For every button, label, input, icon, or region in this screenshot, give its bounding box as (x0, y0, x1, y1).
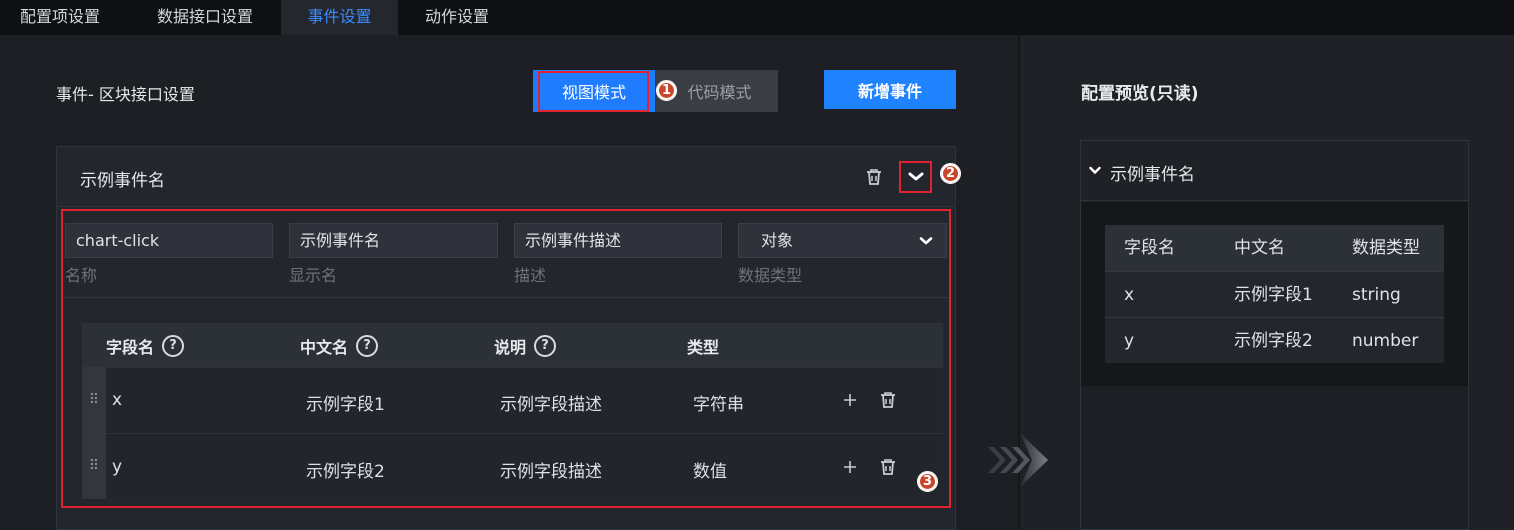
event-description-label: 描述 (514, 266, 547, 285)
annotation-badge-1: 1 (656, 80, 677, 101)
col-header-type: 类型 (687, 333, 719, 358)
tab-action-settings[interactable]: 动作设置 (404, 0, 510, 35)
annotation-badge-3: 3 (917, 471, 938, 492)
trash-icon (867, 169, 881, 185)
col-header-description-label: 说明 (494, 337, 527, 357)
section-title: 事件- 区块接口设置 (56, 85, 195, 104)
preview-table: 字段名 中文名 数据类型 x 示例字段1 string y 示例字段2 numb… (1105, 225, 1444, 363)
view-mode-button[interactable]: 视图模式 (533, 70, 655, 112)
delete-field-button[interactable] (877, 456, 899, 478)
preview-cell: number (1352, 331, 1419, 351)
tab-config-items[interactable]: 配置项设置 (0, 0, 120, 35)
double-chevron-right-icon (988, 433, 1048, 487)
field-name-cell[interactable]: x (112, 390, 122, 410)
help-icon[interactable]: ? (534, 334, 557, 357)
preview-cell: 示例字段2 (1234, 331, 1313, 351)
preview-col-data-type: 数据类型 (1352, 238, 1420, 258)
event-display-name-label: 显示名 (289, 266, 338, 285)
event-description-input[interactable]: 示例事件描述 (514, 223, 722, 258)
preview-cell: 示例字段1 (1234, 285, 1313, 305)
col-header-type-label: 类型 (687, 337, 720, 357)
field-type-cell[interactable]: 字符串 (693, 390, 744, 415)
chevron-down-icon (919, 237, 933, 245)
field-description-cell[interactable]: 示例字段描述 (500, 390, 602, 415)
add-field-button[interactable] (840, 457, 860, 477)
preview-col-field-name: 字段名 (1124, 238, 1175, 258)
field-description-cell[interactable]: 示例字段描述 (500, 457, 602, 482)
preview-cell: string (1352, 285, 1401, 305)
event-name-input[interactable]: chart-click (65, 223, 273, 258)
preview-cell: x (1124, 285, 1135, 305)
annotation-badge-2: 2 (940, 163, 961, 184)
event-data-type-label: 数据类型 (738, 266, 803, 285)
event-card-header-divider (57, 206, 955, 207)
event-data-type-select[interactable]: 对象 (738, 223, 947, 258)
table-row: x 示例字段1 string (1105, 271, 1444, 317)
col-header-cn-name-label: 中文名 (300, 337, 349, 357)
drag-handle-icon[interactable]: ⠿ (82, 433, 106, 499)
code-mode-label: 代码模式 (687, 83, 752, 102)
help-icon[interactable]: ? (162, 334, 185, 357)
col-header-cn-name: 中文名 ? (300, 333, 379, 358)
trash-icon (881, 392, 895, 408)
annotation-outline-2 (899, 161, 932, 193)
preview-table-header: 字段名 中文名 数据类型 (1105, 225, 1444, 271)
top-tab-bar: 配置项设置 数据接口设置 事件设置 动作设置 (0, 0, 1514, 35)
chevron-down-icon (1089, 166, 1101, 174)
trash-icon (881, 459, 895, 475)
drag-handle-icon[interactable]: ⠿ (82, 367, 106, 433)
event-display-name-input[interactable]: 示例事件名 (289, 223, 498, 258)
field-type-cell[interactable]: 数值 (693, 457, 727, 482)
preview-col-cn-name: 中文名 (1234, 238, 1285, 258)
event-name-label: 名称 (65, 266, 98, 285)
tab-data-interface[interactable]: 数据接口设置 (132, 0, 278, 35)
preview-event-header[interactable]: 示例事件名 (1081, 141, 1468, 201)
preview-event-name: 示例事件名 (1110, 165, 1195, 185)
table-row: y 示例字段2 number (1105, 317, 1444, 363)
event-card-title: 示例事件名 (80, 171, 165, 191)
col-header-field-name: 字段名 ? (106, 333, 185, 358)
preview-title: 配置预览(只读) (1081, 84, 1199, 104)
tab-event-settings[interactable]: 事件设置 (281, 0, 398, 35)
field-name-cell[interactable]: y (112, 457, 122, 477)
fields-divider (62, 297, 950, 298)
add-event-button[interactable]: 新增事件 (824, 70, 956, 109)
col-header-description: 说明 ? (494, 333, 557, 358)
add-field-button[interactable] (840, 390, 860, 410)
help-icon[interactable]: ? (356, 334, 379, 357)
preview-cell: y (1124, 331, 1135, 351)
plus-icon (844, 461, 856, 473)
plus-icon (844, 394, 856, 406)
col-header-field-name-label: 字段名 (106, 337, 155, 357)
data-type-selected-value: 对象 (761, 231, 794, 250)
field-cn-name-cell[interactable]: 示例字段2 (306, 457, 385, 482)
delete-event-button[interactable] (862, 165, 886, 189)
field-cn-name-cell[interactable]: 示例字段1 (306, 390, 385, 415)
delete-field-button[interactable] (877, 389, 899, 411)
